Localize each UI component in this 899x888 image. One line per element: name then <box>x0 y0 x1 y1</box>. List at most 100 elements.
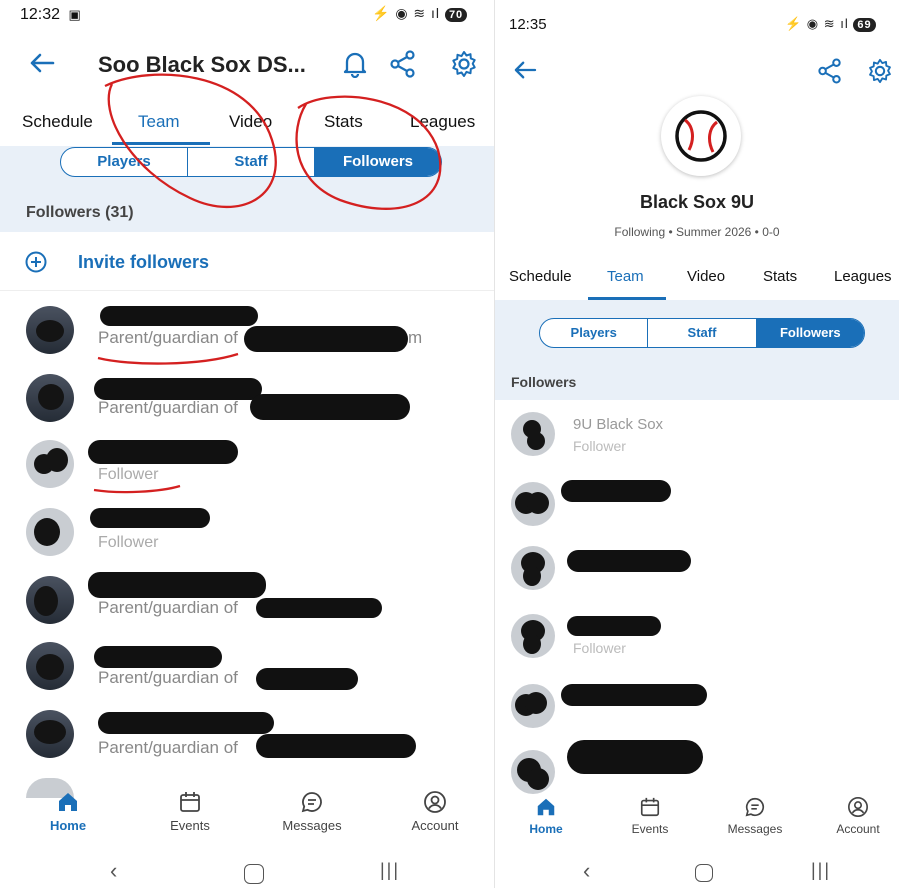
nav-events-label: Events <box>170 818 210 833</box>
avatar <box>26 440 74 488</box>
home-icon <box>36 790 100 814</box>
redacted-name <box>94 646 222 668</box>
segment-followers[interactable]: Followers <box>315 148 441 176</box>
row-subtitle: Follower <box>573 640 626 656</box>
redacted-name <box>561 684 707 706</box>
segmented-control: Players Staff Followers <box>539 318 865 348</box>
tab-video[interactable]: Video <box>229 112 272 132</box>
segmented-control: Players Staff Followers <box>60 147 442 177</box>
list-divider <box>0 290 494 291</box>
row-subtitle: Parent/guardian of <box>98 738 238 757</box>
avatar <box>511 412 555 456</box>
tab-stats[interactable]: Stats <box>763 268 797 285</box>
tab-schedule[interactable]: Schedule <box>509 268 572 285</box>
avatar <box>26 306 74 354</box>
redacted-name <box>250 394 410 420</box>
segment-staff[interactable]: Staff <box>648 319 757 347</box>
segment-players[interactable]: Players <box>61 148 188 176</box>
tab-active-indicator <box>112 142 210 145</box>
chat-icon <box>270 790 354 814</box>
followers-count-label: Followers (31) <box>26 204 134 221</box>
team-name: Black Sox 9U <box>639 192 755 212</box>
tab-team[interactable]: Team <box>607 268 644 285</box>
back-arrow-icon[interactable] <box>509 56 541 84</box>
nav-home[interactable]: Home <box>36 790 100 833</box>
status-time-text: 12:32 <box>20 6 61 23</box>
redacted-name <box>567 550 691 572</box>
redacted-name <box>94 378 262 400</box>
calendar-icon <box>158 790 222 814</box>
system-recents-button[interactable]: ||| <box>811 860 831 881</box>
redacted-name <box>244 326 408 352</box>
system-back-button[interactable]: ‹ <box>110 858 117 884</box>
baseball-icon <box>661 96 741 176</box>
nav-home-label: Home <box>529 822 563 836</box>
row-subtitle: Follower <box>98 534 159 551</box>
avatar <box>511 750 555 794</box>
status-icons: ⚡ ◉ ≋ ıl 70 <box>372 5 468 22</box>
nav-events[interactable]: Events <box>158 790 222 833</box>
gear-icon[interactable] <box>865 56 895 86</box>
share-icon[interactable] <box>386 48 420 80</box>
nav-messages[interactable]: Messages <box>270 790 354 833</box>
nav-account[interactable]: Account <box>825 796 891 836</box>
account-icon <box>825 796 891 818</box>
redacted-name <box>561 480 671 502</box>
tab-team[interactable]: Team <box>138 112 180 132</box>
share-icon[interactable] <box>815 56 845 86</box>
avatar <box>511 482 555 526</box>
segment-followers[interactable]: Followers <box>756 319 864 347</box>
segment-players[interactable]: Players <box>540 319 649 347</box>
screenshot-icon: ▣ <box>68 7 81 22</box>
bell-icon[interactable] <box>338 48 372 80</box>
bottom-nav: Home Events Messages Account <box>495 796 899 856</box>
team-meta: Following • Summer 2026 • 0-0 <box>614 225 780 239</box>
status-time: 12:35 <box>509 16 547 33</box>
nav-account-label: Account <box>836 822 880 836</box>
nav-account[interactable]: Account <box>400 790 470 833</box>
nav-events[interactable]: Events <box>619 796 681 836</box>
status-time: 12:32 ▣ <box>20 6 81 24</box>
nav-events-label: Events <box>631 822 669 836</box>
system-home-button[interactable] <box>695 864 713 882</box>
avatar <box>511 546 555 590</box>
redacted-name <box>88 440 238 464</box>
row-subtitle: Follower <box>573 438 626 454</box>
follower-name: 9U Black Sox <box>573 416 664 433</box>
calendar-icon <box>619 796 681 818</box>
redacted-name <box>567 740 703 774</box>
system-recents-button[interactable]: ||| <box>380 860 400 881</box>
plus-circle-icon[interactable] <box>24 250 48 274</box>
redacted-name <box>90 508 210 528</box>
avatar <box>26 576 74 624</box>
back-arrow-icon[interactable] <box>24 48 60 78</box>
nav-messages[interactable]: Messages <box>715 796 795 836</box>
nav-account-label: Account <box>411 818 459 833</box>
tab-leagues[interactable]: Leagues <box>410 112 475 132</box>
gear-icon[interactable] <box>446 48 482 80</box>
redacted-name <box>98 712 274 734</box>
tab-video[interactable]: Video <box>687 268 725 285</box>
row-subtitle: Parent/guardian of <box>98 668 238 687</box>
system-back-button[interactable]: ‹ <box>583 858 590 884</box>
avatar <box>511 684 555 728</box>
page-title: Soo Black Sox DS... <box>98 52 306 77</box>
nav-home-label: Home <box>49 818 87 833</box>
redacted-name <box>256 734 416 758</box>
chat-icon <box>715 796 795 818</box>
tab-schedule[interactable]: Schedule <box>22 112 93 132</box>
right-screenshot: 12:35 ⚡ ◉ ≋ ıl 69 Black Sox 9U Following… <box>495 0 899 888</box>
avatar <box>26 374 74 422</box>
nav-messages-label: Messages <box>727 822 783 836</box>
nav-home[interactable]: Home <box>515 796 577 836</box>
nav-messages-label: Messages <box>282 818 342 833</box>
row-subtitle: Follower <box>98 466 159 483</box>
tab-leagues[interactable]: Leagues <box>834 268 892 285</box>
system-home-button[interactable] <box>244 864 264 884</box>
tab-stats[interactable]: Stats <box>324 112 363 132</box>
invite-followers-link[interactable]: Invite followers <box>78 252 209 273</box>
row-subtitle-tail: m <box>408 328 423 347</box>
left-screenshot: 12:32 ▣ ⚡ ◉ ≋ ıl 70 Soo Black Sox DS... … <box>0 0 494 888</box>
redacted-name <box>100 306 258 326</box>
segment-staff[interactable]: Staff <box>188 148 315 176</box>
